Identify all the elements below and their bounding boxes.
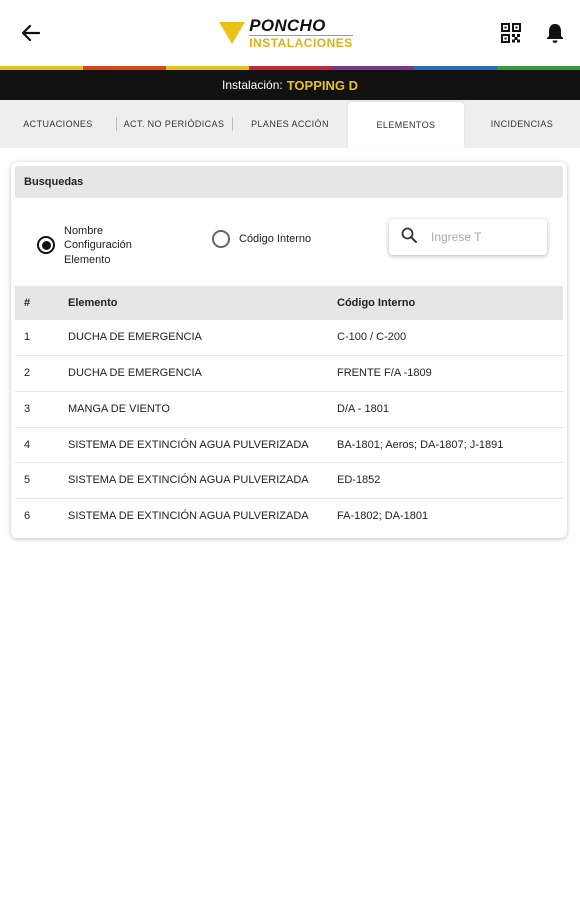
table-row[interactable]: 2 DUCHA DE EMERGENCIA FRENTE F/A -1809 — [15, 355, 563, 392]
radio-option-codigo[interactable]: Código Interno — [212, 230, 311, 248]
radio-unchecked-icon[interactable] — [212, 230, 230, 248]
radio-label-nombre: Nombre Configuración Elemento — [64, 225, 132, 266]
tab-bar: ACTUACIONES ACT. NO PERIÓDICAS PLANES AC… — [0, 100, 580, 148]
row-number: 2 — [15, 355, 59, 392]
logo-text-top: PONCHO — [249, 16, 326, 35]
row-elemento: DUCHA DE EMERGENCIA — [59, 320, 328, 356]
poncho-logo: PONCHO INSTALACIONES — [219, 17, 353, 49]
stripe-segment — [165, 66, 249, 70]
row-number: 6 — [24, 510, 31, 523]
tab-incidencias[interactable]: INCIDENCIAS — [464, 100, 580, 148]
search-input[interactable] — [431, 230, 531, 244]
radio-label-codigo: Código Interno — [239, 232, 312, 245]
app-screen: PONCHO INSTALACIONES Instalación: TOPPIN… — [0, 0, 580, 900]
stripe-segment — [331, 66, 415, 70]
row-codigo: FRENTE F/A -1809 — [328, 355, 563, 392]
arrow-left-icon[interactable] — [20, 22, 42, 44]
row-codigo: FA-1802; DA-1801 — [337, 510, 429, 523]
table-header-row: # Elemento Código Interno — [15, 286, 563, 320]
tab-elementos[interactable]: ELEMENTOS — [348, 102, 464, 148]
row-number: 4 — [15, 427, 59, 464]
stripe-segment — [414, 66, 498, 70]
column-header-number: # — [24, 297, 31, 309]
stripe-segment — [497, 66, 580, 70]
installation-bar: Instalación: TOPPING D — [0, 70, 580, 100]
row-elemento: DUCHA DE EMERGENCIA — [59, 355, 328, 392]
row-elemento: SISTEMA DE EXTINCIÓN AGUA PULVERIZADA — [59, 462, 328, 500]
row-number: 5 — [15, 462, 59, 500]
tab-planes-accion[interactable]: PLANES ACCIÓN — [232, 100, 348, 148]
row-number: 1 — [15, 320, 59, 356]
stripe-segment — [0, 66, 83, 70]
search-controls: Nombre Configuración Elemento Código Int… — [15, 198, 563, 286]
table-row[interactable]: 5 SISTEMA DE EXTINCIÓN AGUA PULVERIZADA … — [15, 462, 563, 500]
row-codigo: D/A - 1801 — [328, 391, 563, 428]
row-codigo: ED-1852 — [328, 462, 563, 500]
column-header-elemento: Elemento — [68, 297, 118, 309]
tab-act-no-periodicas[interactable]: ACT. NO PERIÓDICAS — [116, 100, 232, 148]
table-row[interactable]: 1 DUCHA DE EMERGENCIA C-100 / C-200 — [15, 320, 563, 356]
stripe-segment — [82, 66, 166, 70]
qr-code-icon[interactable] — [500, 22, 522, 44]
table-row[interactable]: 3 MANGA DE VIENTO D/A - 1801 — [15, 391, 563, 428]
tab-actuaciones[interactable]: ACTUACIONES — [0, 100, 116, 148]
radio-checked-icon[interactable] — [37, 236, 55, 255]
radio-option-nombre[interactable]: Nombre Configuración Elemento — [37, 224, 132, 267]
installation-label: Instalación: — [222, 78, 283, 92]
search-field[interactable] — [389, 219, 547, 255]
elements-table: # Elemento Código Interno 1 DUCHA DE EME… — [15, 286, 563, 534]
row-codigo: BA-1801; Aeros; DA-1807; J-1891 — [328, 427, 563, 464]
table-row[interactable]: 4 SISTEMA DE EXTINCIÓN AGUA PULVERIZADA … — [15, 427, 563, 464]
row-elemento: SISTEMA DE EXTINCIÓN AGUA PULVERIZADA — [59, 427, 328, 464]
stripe-segment — [248, 66, 332, 70]
brand-color-stripe — [0, 66, 580, 70]
installation-value: TOPPING D — [286, 77, 358, 93]
row-elemento: SISTEMA DE EXTINCIÓN AGUA PULVERIZADA — [68, 510, 309, 523]
bell-icon[interactable] — [544, 22, 566, 44]
logo-triangle-icon — [219, 22, 246, 44]
row-codigo: C-100 / C-200 — [328, 320, 563, 356]
logo-text-bottom: INSTALACIONES — [249, 35, 353, 50]
row-elemento: MANGA DE VIENTO — [59, 391, 328, 428]
top-app-bar: PONCHO INSTALACIONES — [0, 0, 580, 66]
search-section-header: Busquedas — [15, 166, 563, 198]
column-header-codigo: Código Interno — [337, 297, 416, 309]
row-number: 3 — [15, 391, 59, 428]
elements-card: Busquedas Nombre Configuración Elemento … — [11, 162, 567, 539]
table-row[interactable]: 6 SISTEMA DE EXTINCIÓN AGUA PULVERIZADA … — [15, 499, 563, 534]
search-icon — [401, 227, 417, 248]
